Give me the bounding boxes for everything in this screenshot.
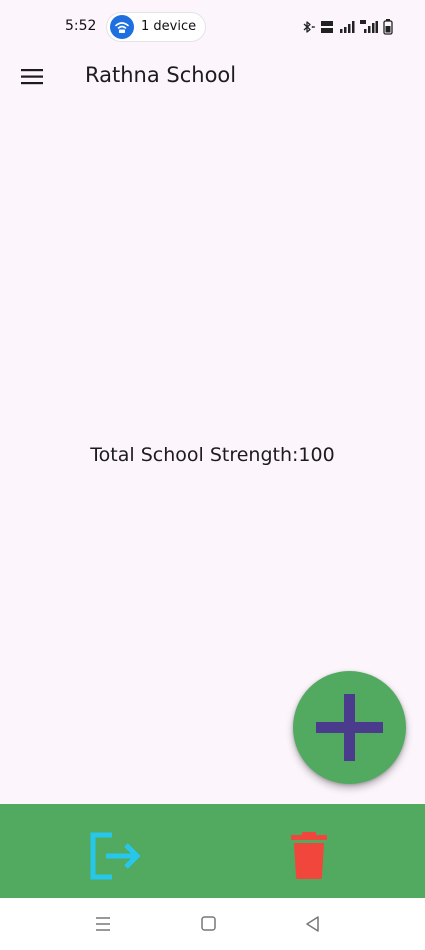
hotspot-icon bbox=[110, 15, 134, 39]
status-time: 5:52 bbox=[65, 18, 97, 34]
back-triangle-icon bbox=[306, 916, 319, 932]
back-button[interactable] bbox=[301, 912, 325, 936]
logout-icon bbox=[90, 832, 141, 880]
bluetooth-icon bbox=[303, 21, 315, 33]
battery-icon bbox=[383, 19, 393, 35]
menu-lines-icon bbox=[96, 917, 110, 931]
hamburger-menu-icon bbox=[21, 69, 43, 85]
hotspot-pill[interactable]: 1 device bbox=[106, 12, 206, 42]
menu-button[interactable] bbox=[13, 61, 53, 93]
add-fab-button[interactable] bbox=[293, 671, 406, 784]
page-title: Rathna School bbox=[85, 63, 237, 87]
volte-icon bbox=[321, 21, 333, 33]
status-icons bbox=[301, 18, 393, 36]
system-nav-bar bbox=[0, 898, 425, 950]
recent-apps-button[interactable] bbox=[91, 912, 115, 936]
app-bar: Rathna School bbox=[0, 55, 425, 99]
total-school-strength: Total School Strength:100 bbox=[90, 444, 335, 466]
plus-icon bbox=[316, 694, 383, 761]
5g-signal-icon bbox=[360, 20, 378, 33]
home-button[interactable] bbox=[197, 912, 221, 936]
home-square-icon bbox=[201, 916, 216, 931]
delete-button[interactable] bbox=[284, 830, 334, 882]
logout-button[interactable] bbox=[86, 830, 146, 882]
status-bar: 5:52 1 device bbox=[0, 0, 425, 55]
bottom-bar bbox=[0, 804, 425, 898]
hotspot-label: 1 device bbox=[141, 19, 197, 34]
trash-icon bbox=[291, 832, 327, 879]
signal-icon bbox=[340, 21, 355, 33]
